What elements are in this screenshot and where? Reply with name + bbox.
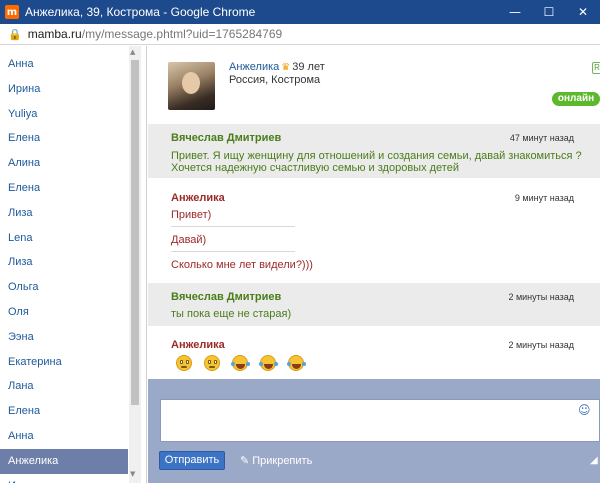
message-text: Хочется надежную счастливую семью и здор… [171, 162, 459, 174]
message-item: Вячеслав Дмитриев 2 минуты назад ты пока… [148, 283, 600, 326]
contact-item[interactable]: Ирина [0, 474, 128, 483]
contact-item[interactable]: Лиза [0, 250, 128, 275]
crown-icon: ♛ [281, 62, 291, 73]
message-time: 2 минуты назад [508, 340, 574, 350]
maximize-icon[interactable]: ☐ [532, 5, 566, 19]
send-button[interactable]: Отправить [159, 451, 225, 470]
url-host: mamba.ru [27, 27, 82, 41]
contact-item[interactable]: Lena [0, 226, 128, 251]
contact-item[interactable]: Лиза [0, 201, 128, 226]
message-text: Привет) [171, 209, 212, 221]
avatar[interactable] [168, 62, 215, 110]
scroll-down-icon[interactable]: ▼ [130, 470, 135, 478]
contact-item[interactable]: Ээна [0, 325, 128, 350]
compose-panel: ☺ Отправить ✎ Прикрепить ◢ [148, 379, 600, 483]
attach-label: Прикрепить [252, 455, 313, 467]
resize-handle-icon[interactable]: ◢ [590, 455, 598, 466]
message-item: Вячеслав Дмитриев 47 минут назад Привет.… [148, 124, 600, 178]
message-sender[interactable]: Анжелика [171, 192, 225, 204]
laughing-emoji-icon [231, 355, 250, 371]
laughing-emoji-icon [287, 355, 306, 371]
contact-item[interactable]: Ольга [0, 275, 128, 300]
profile-location: Россия, Кострома [229, 74, 321, 86]
address-bar[interactable]: 🔒 mamba.ru /my/message.phtml?uid=1765284… [0, 24, 600, 45]
contact-item[interactable]: Елена [0, 399, 128, 424]
contact-item[interactable]: Елена [0, 176, 128, 201]
contact-item-active[interactable]: Анжелика [0, 448, 128, 474]
rolling-eyes-emoji-icon [176, 355, 192, 371]
profile-name-line: Анжелика ♛ 39 лет [229, 61, 325, 73]
contacts-sidebar: Анна Ирина Yuliya Елена Алина Елена Лиза… [0, 46, 147, 483]
online-status-badge: онлайн [552, 92, 600, 106]
message-item: Анжелика 2 минуты назад [148, 331, 600, 379]
minimize-icon[interactable]: — [498, 5, 532, 19]
message-text: Сколько мне лет видели?))) [171, 259, 313, 271]
verification-badge: R [592, 62, 600, 74]
contact-item[interactable]: Ирина [0, 77, 128, 102]
contact-item[interactable]: Екатерина [0, 350, 128, 375]
message-time: 47 минут назад [509, 133, 574, 143]
contact-item[interactable]: Елена [0, 126, 128, 151]
lock-icon: 🔒 [8, 27, 22, 41]
contact-item[interactable]: Лана [0, 374, 128, 399]
message-sender[interactable]: Анжелика [171, 339, 225, 351]
contact-item[interactable]: Yuliya [0, 102, 128, 127]
message-time: 2 минуты назад [508, 292, 574, 302]
message-item: Анжелика 9 минут назад Привет) Давай) Ск… [148, 184, 600, 282]
rolling-eyes-emoji-icon [204, 355, 220, 371]
chat-profile-header: Анжелика ♛ 39 лет Россия, Кострома R онлай… [148, 46, 600, 124]
profile-name-link[interactable]: Анжелика [229, 61, 279, 73]
profile-age: 39 лет [292, 61, 325, 73]
window-title: Анжелика, 39, Кострома - Google Chrome [25, 5, 256, 19]
url-path: /my/message.phtml?uid=1765284769 [81, 27, 283, 41]
scroll-up-icon[interactable]: ▲ [130, 48, 135, 56]
smiley-icon[interactable]: ☺ [578, 403, 591, 417]
laughing-emoji-icon [259, 355, 278, 371]
contact-item[interactable]: Оля [0, 300, 128, 325]
message-sender[interactable]: Вячеслав Дмитриев [171, 291, 281, 303]
contact-item[interactable]: Анна [0, 424, 128, 449]
window-titlebar: m Анжелика, 39, Кострома - Google Chrome… [0, 0, 600, 24]
message-sender[interactable]: Вячеслав Дмитриев [171, 132, 281, 144]
message-input[interactable] [160, 399, 600, 442]
contact-item[interactable]: Алина [0, 151, 128, 176]
sidebar-scrollbar-thumb[interactable] [131, 60, 139, 405]
message-divider [171, 226, 295, 227]
message-divider [171, 251, 295, 252]
mamba-favicon-icon: m [5, 5, 19, 19]
paperclip-icon: ✎ [240, 454, 250, 467]
contact-item[interactable]: Анна [0, 52, 128, 77]
message-text: ты пока еще не старая) [171, 308, 292, 320]
message-time: 9 минут назад [514, 193, 574, 203]
attach-button[interactable]: ✎ Прикрепить [240, 454, 312, 467]
message-text: Давай) [171, 234, 207, 246]
close-icon[interactable]: ✕ [566, 5, 600, 19]
